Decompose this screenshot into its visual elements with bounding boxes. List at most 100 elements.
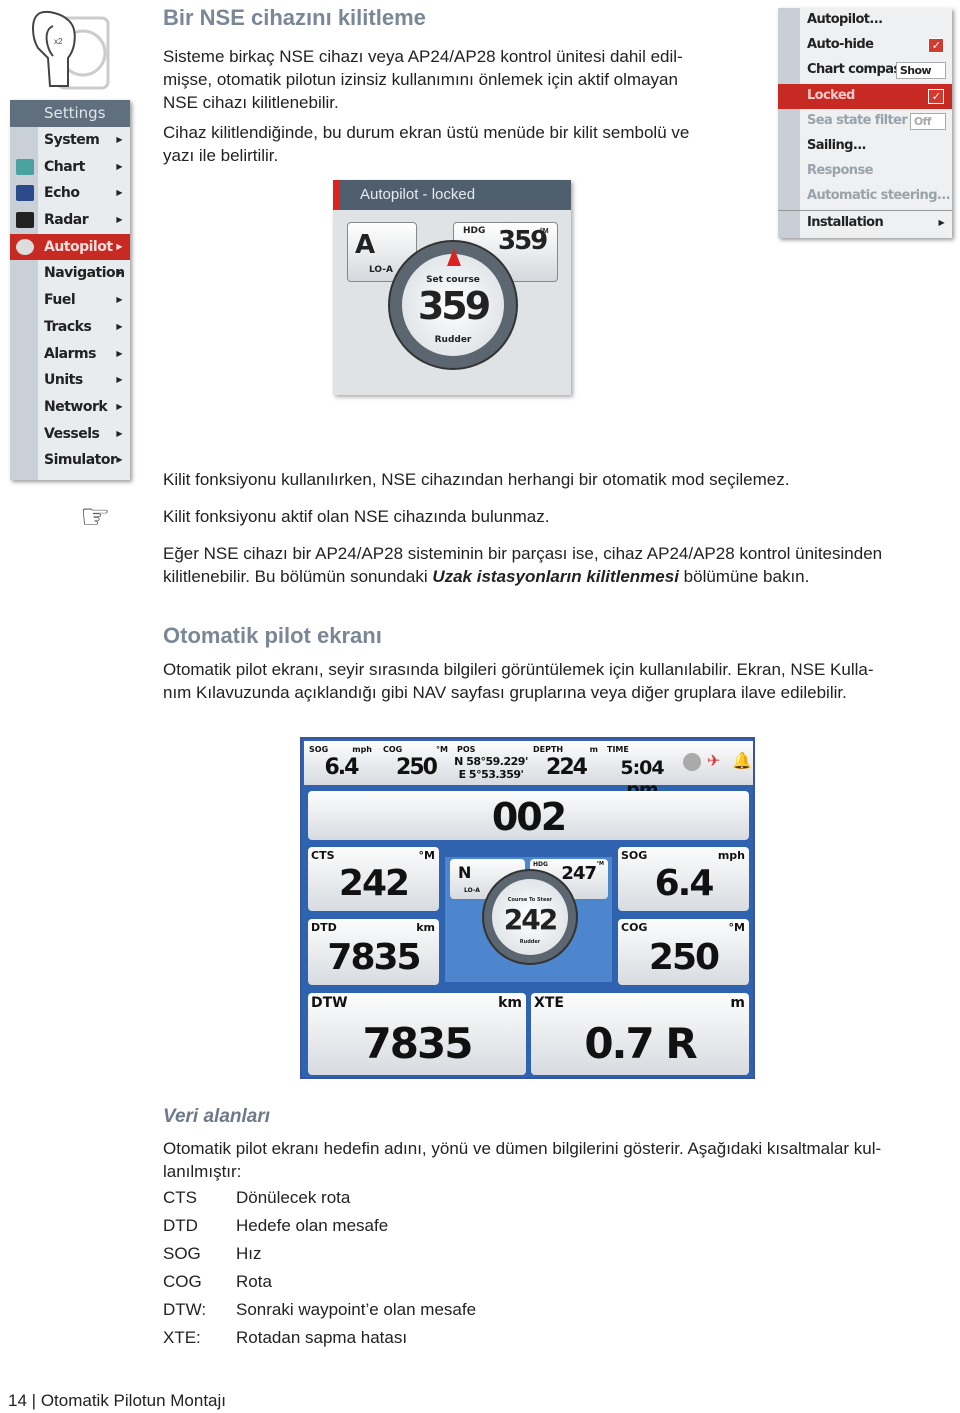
text-line: Cihaz kilitlendiğinde, bu durum ekran üs… xyxy=(163,123,690,142)
menu-item-radar[interactable]: Radar xyxy=(10,207,130,234)
abbrev-row: DTW: Sonraki waypoint’e olan mesafe xyxy=(163,1300,477,1319)
menu-item-navigation[interactable]: Navigation xyxy=(10,260,130,287)
cts-field: CTS °M 242 xyxy=(308,847,439,911)
cts-label: CTS xyxy=(311,849,335,862)
top-cog-label: COG xyxy=(383,745,403,754)
section-title-locking: Bir NSE cihazını kilitleme xyxy=(163,5,426,30)
cross-reference-link[interactable]: Uzak istasyonların kilitlenmesi xyxy=(432,567,679,586)
compass-cts-value: 242 xyxy=(503,903,558,936)
menu-item-chart[interactable]: Chart xyxy=(10,154,130,181)
menu-item-system[interactable]: System xyxy=(10,127,130,154)
top-cog-value: 250 xyxy=(396,755,438,780)
checkbox-checked-icon[interactable]: ✓ xyxy=(928,88,944,104)
compass-hdg-label: HDG xyxy=(533,861,548,868)
menu-item-response[interactable]: Response xyxy=(778,159,952,184)
text-line: Otomatik pilot ekranı hedefin adını, yön… xyxy=(163,1139,882,1158)
compass-rudder-label: Rudder xyxy=(519,939,541,945)
mode-value: A xyxy=(355,230,376,260)
mode-sub: LO-A xyxy=(369,265,393,275)
top-cog-unit: °M xyxy=(436,745,448,754)
dtd-field: DTD km 7835 xyxy=(308,919,439,985)
menu-item-network[interactable]: Network xyxy=(10,394,130,421)
text-line: Otomatik pilot ekranı, seyir sırasında b… xyxy=(163,660,874,679)
satellite-icon: ✈ xyxy=(707,753,721,770)
hdg-unit: °M xyxy=(540,228,549,235)
xte-label: XTE xyxy=(534,995,564,1011)
menu-item-chart-compass[interactable]: Chart compass Show xyxy=(778,58,952,83)
menu-item-autopilot[interactable]: Autopilot xyxy=(10,233,130,261)
sog-unit: mph xyxy=(717,849,745,862)
page-number: 14 xyxy=(8,1391,27,1410)
top-time-label: TIME xyxy=(607,745,629,754)
compass-hdg-unit: °M xyxy=(596,861,604,867)
top-sog-label: SOG xyxy=(309,745,329,754)
text-line: nım Kılavuzunda açıklandığı gibi NAV say… xyxy=(163,683,847,702)
radar-icon xyxy=(16,212,34,229)
menu-item-installation[interactable]: Installation ▶ xyxy=(778,209,952,235)
dtw-value: 7835 xyxy=(362,1019,474,1068)
xte-unit: m xyxy=(730,995,745,1011)
rudder-label: Rudder xyxy=(434,335,472,345)
menu-item-simulator[interactable]: Simulator xyxy=(10,447,130,474)
text-line: Eğer NSE cihazı bir AP24/AP28 sisteminin… xyxy=(163,544,883,563)
dtd-label: DTD xyxy=(311,921,337,934)
autopilot-compass: N LO-A HDG 247 °M Course To Steer 242 Rudde… xyxy=(445,857,612,982)
xte-field: XTE m 0.7 R xyxy=(531,993,749,1075)
sea-state-dropdown[interactable]: Off xyxy=(909,112,946,130)
status-indicator-icon xyxy=(683,753,701,771)
menu-item-tracks[interactable]: Tracks xyxy=(10,314,130,341)
top-sog-value: 6.4 xyxy=(324,755,360,780)
text-line: mişse, otomatik pilotun izinsiz kullanım… xyxy=(163,70,678,89)
menu-item-units[interactable]: Units xyxy=(10,367,130,394)
autopilot-menu: Autopilot... Auto-hide ✓ Chart compass Sho… xyxy=(778,8,952,238)
abbrev-row: DTD Hedefe olan mesafe xyxy=(163,1216,389,1235)
cog-label: COG xyxy=(621,921,648,934)
sog-value: 6.4 xyxy=(654,863,715,904)
cog-value: 250 xyxy=(648,937,720,978)
settings-menu-header: Settings xyxy=(10,100,130,127)
page-footer: 14 | Otomatik Pilotun Montajı xyxy=(8,1391,226,1411)
echo-icon xyxy=(16,185,34,202)
menu-item-autopilot-dialog[interactable]: Autopilot... xyxy=(778,8,952,33)
top-depth-unit: m xyxy=(589,745,598,754)
note-hand-icon: ☞ xyxy=(80,498,111,536)
menu-item-vessels[interactable]: Vessels xyxy=(10,421,130,448)
xte-value: 0.7 R xyxy=(584,1019,697,1068)
compass-mode-sub: LO-A xyxy=(464,887,480,894)
top-pos-lon: E 5°53.359' xyxy=(458,768,524,781)
top-pos-lat: N 58°59.229' xyxy=(454,755,528,768)
top-depth-label: DEPTH xyxy=(533,745,564,754)
text-span: bölümüne bakın. xyxy=(678,567,810,586)
alarm-bell-icon: 🔔 xyxy=(732,753,752,770)
note-text: Kilit fonksiyonu aktif olan NSE cihazınd… xyxy=(163,507,550,526)
waypoint-name: 002 xyxy=(491,795,567,839)
autopilot-icon xyxy=(16,238,34,255)
footer-separator: | xyxy=(31,1391,37,1410)
menu-item-auto-hide[interactable]: Auto-hide ✓ xyxy=(778,33,952,58)
menu-item-fuel[interactable]: Fuel xyxy=(10,287,130,314)
settings-menu: Settings System Chart Echo Radar Autopil… xyxy=(10,100,130,480)
section-title-data-fields: Veri alanları xyxy=(163,1106,271,1127)
dtd-unit: km xyxy=(416,921,435,934)
checkbox-checked-icon[interactable]: ✓ xyxy=(928,38,944,54)
cts-unit: °M xyxy=(418,849,435,862)
menu-item-echo[interactable]: Echo xyxy=(10,180,130,207)
menu-item-sea-state-filter[interactable]: Sea state filter Off xyxy=(778,109,952,134)
abbrev-row: SOG Hız xyxy=(163,1244,262,1263)
chart-compass-dropdown[interactable]: Show xyxy=(895,62,946,80)
menu-item-sailing[interactable]: Sailing... xyxy=(778,134,952,159)
keypad-press-illustration: x2 xyxy=(32,10,110,90)
menu-item-alarms[interactable]: Alarms xyxy=(10,341,130,368)
text-line: lanılmıştır: xyxy=(163,1162,242,1181)
section-title-autopilot-screen: Otomatik pilot ekranı xyxy=(163,623,382,648)
text-line: Sisteme birkaç NSE cihazı veya AP24/AP28… xyxy=(163,47,683,66)
top-depth-value: 224 xyxy=(546,755,588,780)
text-line: NSE cihazı kilitlenebilir. xyxy=(163,93,339,112)
menu-item-locked[interactable]: Locked ✓ xyxy=(778,83,952,109)
text-span: kilitlenebilir. Bu bölümün sonundaki xyxy=(163,567,433,586)
autopilot-locked-panel: Autopilot - locked A LO-A HDG 359 °M Set… xyxy=(333,180,571,395)
menu-item-automatic-steering[interactable]: Automatic steering... xyxy=(778,184,952,209)
footer-title: Otomatik Pilotun Montajı xyxy=(40,1391,227,1410)
cog-field: COG °M 250 xyxy=(618,919,749,985)
dtw-label: DTW xyxy=(311,995,348,1011)
